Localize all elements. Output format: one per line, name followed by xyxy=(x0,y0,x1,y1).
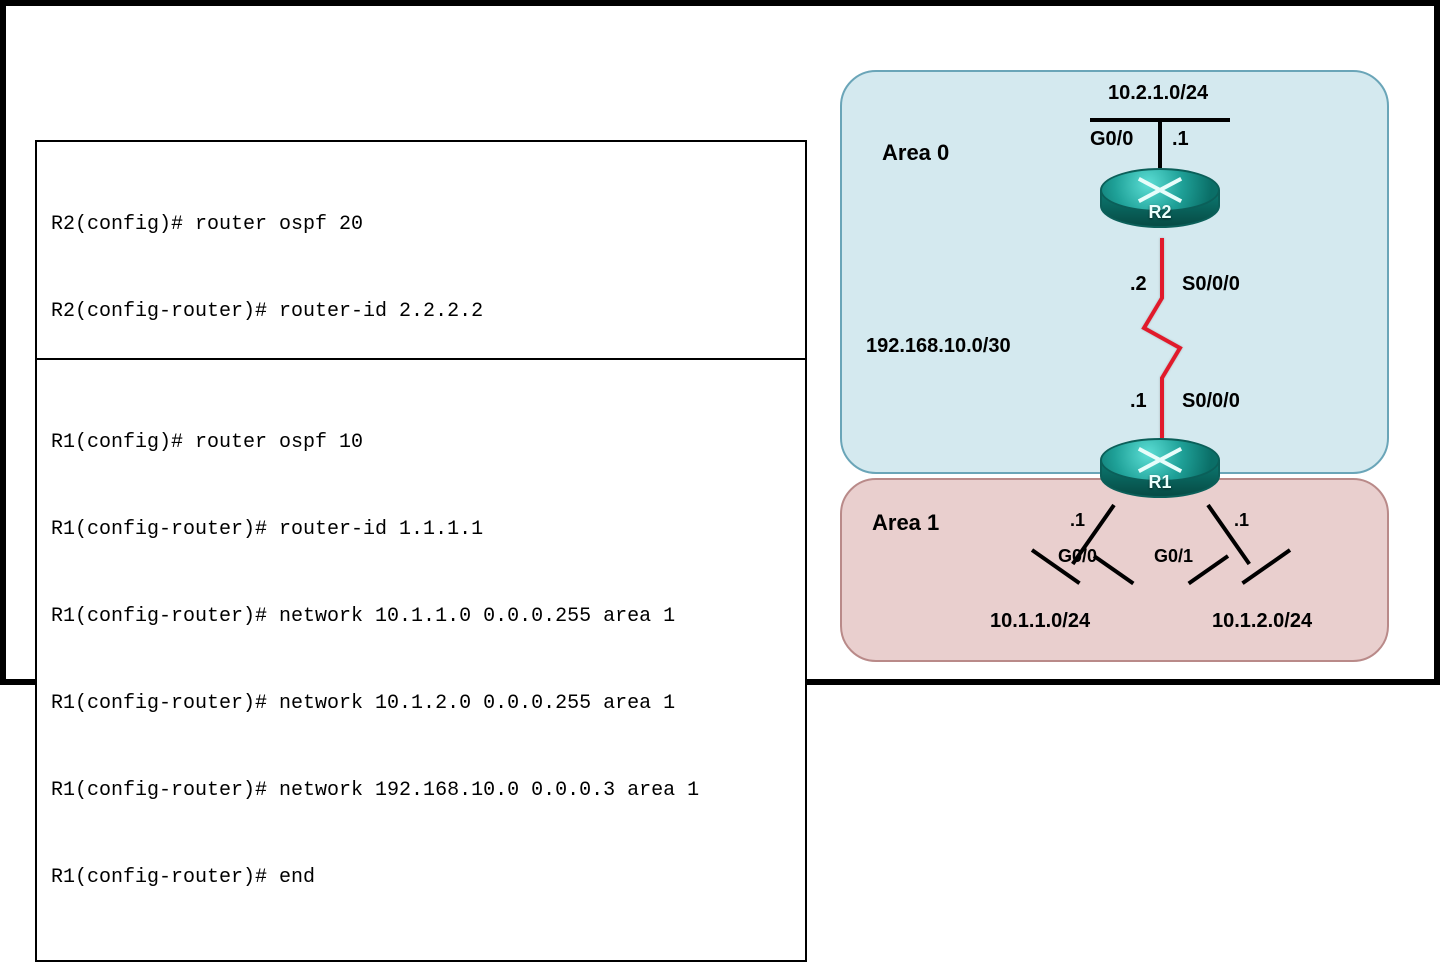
r1-g00-ip-label: .1 xyxy=(1070,510,1085,531)
config-r2-line-0: R2(config)# router ospf 20 xyxy=(51,210,791,239)
router-r2-label: R2 xyxy=(1100,202,1220,223)
config-box-r1: R1(config)# router ospf 10 R1(config-rou… xyxy=(35,358,807,962)
area-0-label: Area 0 xyxy=(882,140,949,166)
config-r1-line-3: R1(config-router)# network 10.1.2.0 0.0.… xyxy=(51,689,791,718)
r2-g00-ip-label: .1 xyxy=(1172,128,1189,151)
router-r1-label: R1 xyxy=(1100,472,1220,493)
net-lan1-label: 10.1.1.0/24 xyxy=(990,610,1090,633)
r2-g00-label: G0/0 xyxy=(1090,128,1133,151)
config-r1-line-0: R1(config)# router ospf 10 xyxy=(51,428,791,457)
lan-top-drop xyxy=(1158,118,1162,168)
r1-g01-ip-label: .1 xyxy=(1234,510,1249,531)
net-top-label: 10.2.1.0/24 xyxy=(1108,82,1208,105)
r1-g01-label: G0/1 xyxy=(1154,546,1193,567)
area-1-label: Area 1 xyxy=(872,510,939,536)
router-r1: R1 xyxy=(1100,438,1220,508)
serial-link-icon xyxy=(1132,238,1192,438)
router-r1-icon: R1 xyxy=(1100,438,1220,508)
net-lan2-label: 10.1.2.0/24 xyxy=(1212,610,1312,633)
diagram-canvas: R2(config)# router ospf 20 R2(config-rou… xyxy=(20,20,1420,665)
config-r1-line-1: R1(config-router)# router-id 1.1.1.1 xyxy=(51,515,791,544)
router-r2-icon: R2 xyxy=(1100,168,1220,238)
router-r2: R2 xyxy=(1100,168,1220,238)
wan-net-label: 192.168.10.0/30 xyxy=(866,335,1011,358)
config-r2-line-1: R2(config-router)# router-id 2.2.2.2 xyxy=(51,297,791,326)
config-r1-line-2: R1(config-router)# network 10.1.1.0 0.0.… xyxy=(51,602,791,631)
config-r1-line-4: R1(config-router)# network 192.168.10.0 … xyxy=(51,776,791,805)
diagram-frame: R2(config)# router ospf 20 R2(config-rou… xyxy=(0,0,1440,685)
config-r1-line-5: R1(config-router)# end xyxy=(51,863,791,892)
